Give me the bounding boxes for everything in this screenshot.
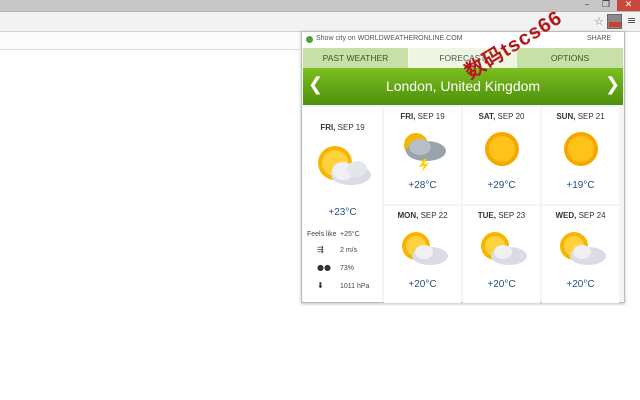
share-button[interactable]: SHARE <box>587 35 611 42</box>
forecast-dow: MON, <box>397 211 419 220</box>
partly-cloudy-icon <box>402 232 448 265</box>
forecast-date-text: SEP 20 <box>497 112 525 121</box>
forecast-date: FRI, SEP 19 <box>384 112 461 121</box>
forecast-day: FRI, SEP 19 +28°C <box>384 107 461 204</box>
close-icon[interactable]: ✕ <box>617 0 640 11</box>
forecast-temperature: +29°C <box>487 180 516 191</box>
bookmark-star-icon[interactable]: ☆ <box>594 15 604 28</box>
pressure-arrow-icon: ⬇ <box>317 281 324 290</box>
forecast-day: WED, SEP 24 +20°C <box>542 206 619 303</box>
forecast-temperature: +19°C <box>566 180 595 191</box>
feels-like-value: +25°C <box>340 231 360 238</box>
wind-row: ⇶ 2 m/s <box>307 245 382 257</box>
today-temperature: +23°C <box>328 207 357 218</box>
location-pin-icon <box>306 36 313 43</box>
forecast-date: SAT, SEP 20 <box>463 112 540 121</box>
forecast-date: WED, SEP 24 <box>542 211 619 220</box>
pressure-value: 1011 hPa <box>340 283 370 290</box>
forecast-dow: SUN, <box>556 112 576 121</box>
location-banner: ❮ London, United Kingdom ❯ <box>303 68 623 105</box>
partly-cloudy-icon <box>560 232 606 265</box>
pressure-row: ⬇ 1011 hPa <box>307 281 382 293</box>
forecast-day: SAT, SEP 20 +29°C <box>463 107 540 204</box>
today-date-text: SEP 19 <box>337 123 365 132</box>
forecast-date: SUN, SEP 21 <box>542 112 619 121</box>
sunny-icon <box>485 132 519 166</box>
popup-header: Show city on WORLDWEATHERONLINE.COM SHAR… <box>302 32 624 48</box>
today-date: FRI, SEP 19 <box>303 123 382 132</box>
tab-past-weather[interactable]: PAST WEATHER <box>303 48 408 68</box>
forecast-date-text: SEP 21 <box>577 112 605 121</box>
minimize-icon[interactable]: – <box>578 0 596 11</box>
weather-popup: Show city on WORLDWEATHERONLINE.COM SHAR… <box>301 31 625 303</box>
bookmarks-bar <box>0 32 300 50</box>
tab-options[interactable]: OPTIONS <box>517 48 623 68</box>
maximize-icon[interactable]: ❐ <box>597 0 615 11</box>
location-name: London, United Kingdom <box>385 78 541 94</box>
forecast-day: SUN, SEP 21 +19°C <box>542 107 619 204</box>
wind-value: 2 m/s <box>340 247 358 254</box>
current-conditions: FRI, SEP 19 +23°C Feels like +25°C ⇶ 2 m… <box>303 107 382 302</box>
show-city-link[interactable]: Show city on WORLDWEATHERONLINE.COM <box>316 35 463 42</box>
feels-like-label: Feels like <box>307 231 337 238</box>
partly-cloudy-icon <box>318 146 371 185</box>
forecast-date-text: SEP 23 <box>498 211 526 220</box>
weather-extension-icon[interactable] <box>607 14 622 29</box>
forecast-date: MON, SEP 22 <box>384 211 461 220</box>
previous-location-icon[interactable]: ❮ <box>308 76 323 94</box>
humidity-drops-icon: ●● <box>317 263 331 272</box>
forecast-dow: SAT, <box>478 112 496 121</box>
forecast-dow: WED, <box>555 211 577 220</box>
forecast-date-text: SEP 22 <box>420 211 448 220</box>
forecast-date-text: SEP 19 <box>417 112 445 121</box>
humidity-value: 73% <box>340 265 355 272</box>
storm-icon <box>404 133 446 173</box>
feels-like-row: Feels like +25°C <box>307 229 382 241</box>
today-dow: FRI, <box>320 123 336 132</box>
forecast-temperature: +28°C <box>408 180 437 191</box>
partly-cloudy-icon <box>481 232 527 265</box>
forecast-temperature: +20°C <box>566 279 595 290</box>
sunny-icon <box>564 132 598 166</box>
forecast-day: MON, SEP 22 +20°C <box>384 206 461 303</box>
forecast-dow: FRI, <box>400 112 416 121</box>
forecast-date-text: SEP 24 <box>578 211 606 220</box>
browser-menu-icon[interactable]: ≡ <box>627 14 636 27</box>
extension-badge <box>609 22 621 27</box>
forecast-day: TUE, SEP 23 +20°C <box>463 206 540 303</box>
humidity-row: ●● 73% <box>307 263 382 275</box>
wind-icon: ⇶ <box>317 245 324 254</box>
forecast-temperature: +20°C <box>408 279 437 290</box>
forecast-temperature: +20°C <box>487 279 516 290</box>
forecast-date: TUE, SEP 23 <box>463 211 540 220</box>
next-location-icon[interactable]: ❯ <box>605 76 620 94</box>
forecast-dow: TUE, <box>477 211 496 220</box>
